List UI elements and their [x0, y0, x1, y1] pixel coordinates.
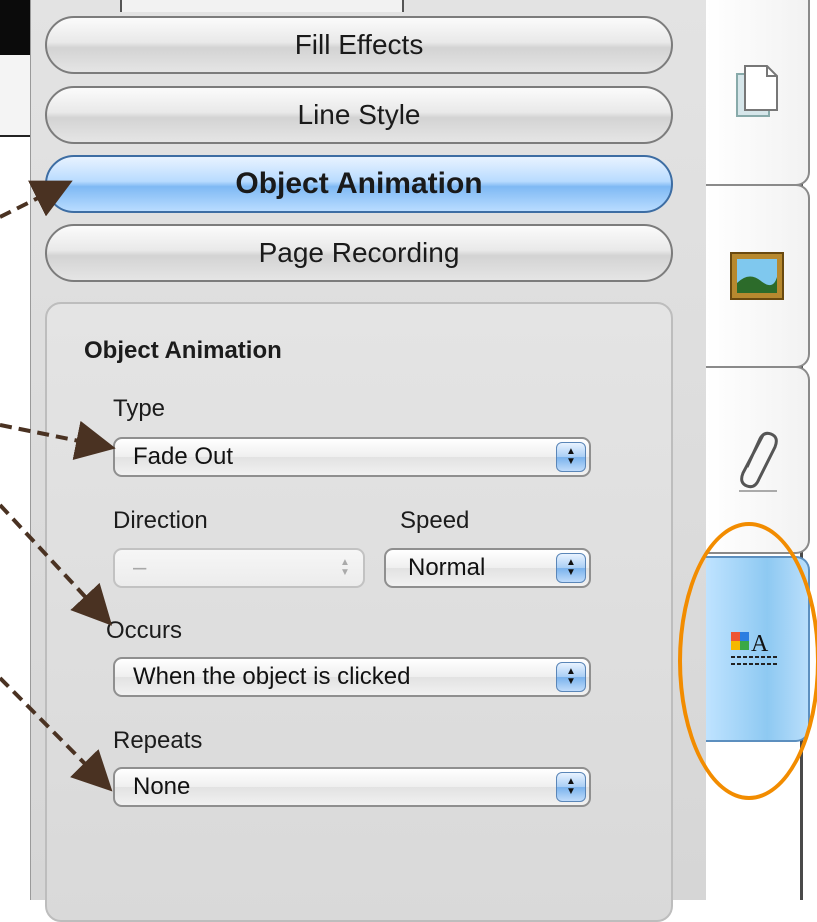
arrow-to-object-animation: [0, 180, 73, 219]
annotation-arrows: [0, 180, 116, 792]
arrow-to-type: [0, 420, 116, 461]
arrow-to-occurs: [0, 503, 113, 626]
arrow-to-repeats: [0, 676, 113, 792]
